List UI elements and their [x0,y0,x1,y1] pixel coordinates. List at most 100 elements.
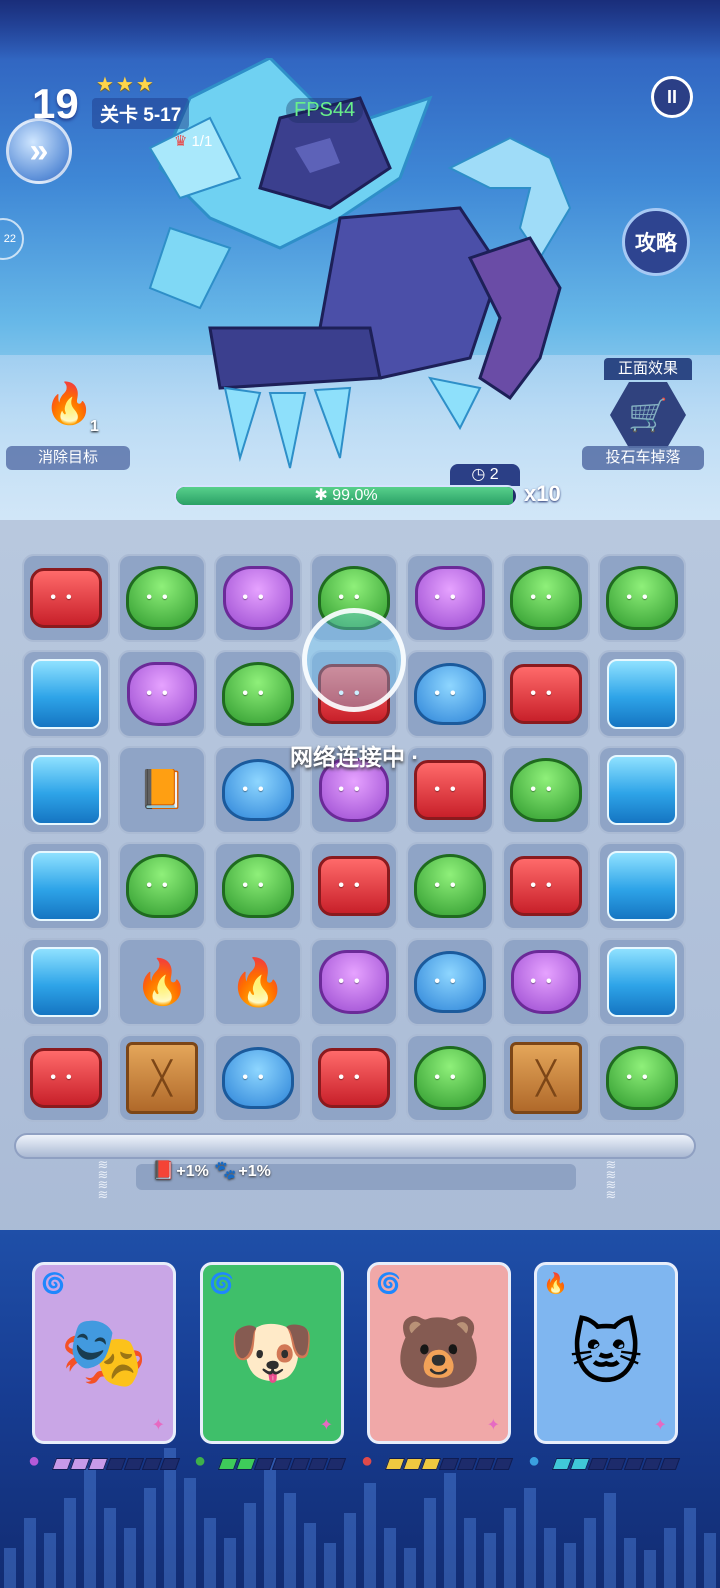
board-cell[interactable] [22,650,110,738]
purple-tile-icon: •• [125,657,199,731]
spring-icon: ≋ ≋ ≋ ≋ [97,1157,109,1202]
board-cell[interactable]: 🔥 [118,938,206,1026]
green-tile-icon: •• [413,849,487,923]
board-cell[interactable]: 📙 [118,746,206,834]
hero-card-4[interactable]: 🐱 🔥 ✦ [534,1262,678,1444]
board-cell[interactable]: •• [214,746,302,834]
energy-segment [659,1458,681,1470]
equalizer-bar [524,1488,536,1588]
board-cell[interactable]: •• [310,842,398,930]
tile-eyes: •• [242,589,274,606]
energy-segment [159,1458,181,1470]
ice-tile-face [31,947,101,1017]
board-cell[interactable]: •• [406,938,494,1026]
equalizer-bar [144,1488,156,1588]
green-tile-icon: •• [413,1041,487,1115]
board-cell[interactable] [598,842,686,930]
green-tile-icon: •• [221,657,295,731]
board-cell[interactable]: •• [214,650,302,738]
board-cell[interactable]: •• [22,554,110,642]
board-cell[interactable]: •• [406,842,494,930]
equalizer-bar [204,1518,216,1588]
board-cell[interactable]: •• [310,1034,398,1122]
board-cell[interactable] [598,746,686,834]
board-cell[interactable]: •• [502,650,590,738]
board-cell[interactable] [22,746,110,834]
green-tile-icon: •• [125,561,199,635]
board-cell[interactable] [598,938,686,1026]
skip-button[interactable]: » [6,118,72,184]
pause-button[interactable]: II [651,76,693,118]
board-cell[interactable]: •• [406,1034,494,1122]
board-cell[interactable]: ╳ [118,1034,206,1122]
ice-tile-face [31,755,101,825]
green-tile-face: •• [606,1046,678,1110]
green-tile-icon: •• [125,849,199,923]
board-cell[interactable]: •• [214,1034,302,1122]
green-tile-icon: •• [605,561,679,635]
board-cell[interactable]: •• [310,938,398,1026]
board-cell[interactable]: •• [502,554,590,642]
board-cell[interactable]: •• [598,554,686,642]
equalizer-bar [364,1483,376,1588]
board-cell[interactable]: •• [598,1034,686,1122]
board-cell[interactable]: •• [118,554,206,642]
red-tile-face: •• [318,1048,390,1108]
board-tray [14,1133,696,1159]
hero-card-1[interactable]: 🎭 🌀 ✦ [32,1262,176,1444]
green-tile-face: •• [126,854,198,918]
board-cell[interactable]: ╳ [502,1034,590,1122]
equalizer-bar [644,1550,656,1588]
tile-eyes: •• [530,685,562,702]
equalizer-bar [84,1468,96,1588]
hero-card-2[interactable]: 🐶 🌀 ✦ [200,1262,344,1444]
tile-eyes: •• [50,589,82,606]
wind-swirl-icon: 🌀 [209,1273,234,1295]
moves-counter: ◷ 2 [450,464,520,486]
hero-card-3[interactable]: 🐻 🌀 ✦ [367,1262,511,1444]
blue-tile-icon: •• [221,1041,295,1115]
book-tile-icon: 📙 [138,769,186,811]
equalizer-bar [344,1513,356,1588]
hero-energy-3: ● [361,1450,514,1474]
board-cell[interactable]: •• [214,842,302,930]
side-tag[interactable]: 22 [0,218,24,260]
tile-eyes: •• [434,973,466,990]
tile-eyes: •• [146,589,178,606]
board-cell[interactable]: •• [22,1034,110,1122]
board-cell[interactable]: •• [502,938,590,1026]
tile-eyes: •• [146,877,178,894]
purple-tile-face: •• [127,662,197,726]
board-cell[interactable]: •• [118,842,206,930]
board-cell[interactable] [598,650,686,738]
red-tile-icon: •• [317,849,391,923]
flame-tile-icon: 🔥 [229,955,287,1008]
ice-tile-face [607,755,677,825]
guide-button[interactable]: 攻略 [622,208,690,276]
green-tile-icon: •• [605,1041,679,1115]
blue-tile-face: •• [222,759,294,821]
equalizer-bar [404,1548,416,1588]
board-cell[interactable] [22,938,110,1026]
board-cell[interactable] [22,842,110,930]
red-tile-face: •• [30,568,102,628]
board-cell[interactable]: •• [118,650,206,738]
ice-tile-face [607,851,677,921]
bonus-book: 📕 +1% [152,1160,209,1180]
ice-tile-icon [605,753,679,827]
board-cell[interactable]: •• [502,842,590,930]
blue-gem-icon: ● [528,1450,541,1472]
purple-tile-face: •• [511,950,581,1014]
equalizer-bar [604,1493,616,1588]
board-cell[interactable]: 🔥 [214,938,302,1026]
sparkle-icon: ✦ [653,1417,667,1434]
tile-eyes: •• [530,781,562,798]
crate-tile-face: ╳ [510,1042,582,1114]
equalizer-bar [44,1533,56,1588]
board-cell[interactable]: •• [502,746,590,834]
sparkle-icon: ✦ [151,1417,165,1434]
tile-eyes: •• [242,877,274,894]
tile-eyes: •• [242,1069,274,1086]
board-cell[interactable]: •• [214,554,302,642]
equalizer-bar [224,1538,236,1588]
